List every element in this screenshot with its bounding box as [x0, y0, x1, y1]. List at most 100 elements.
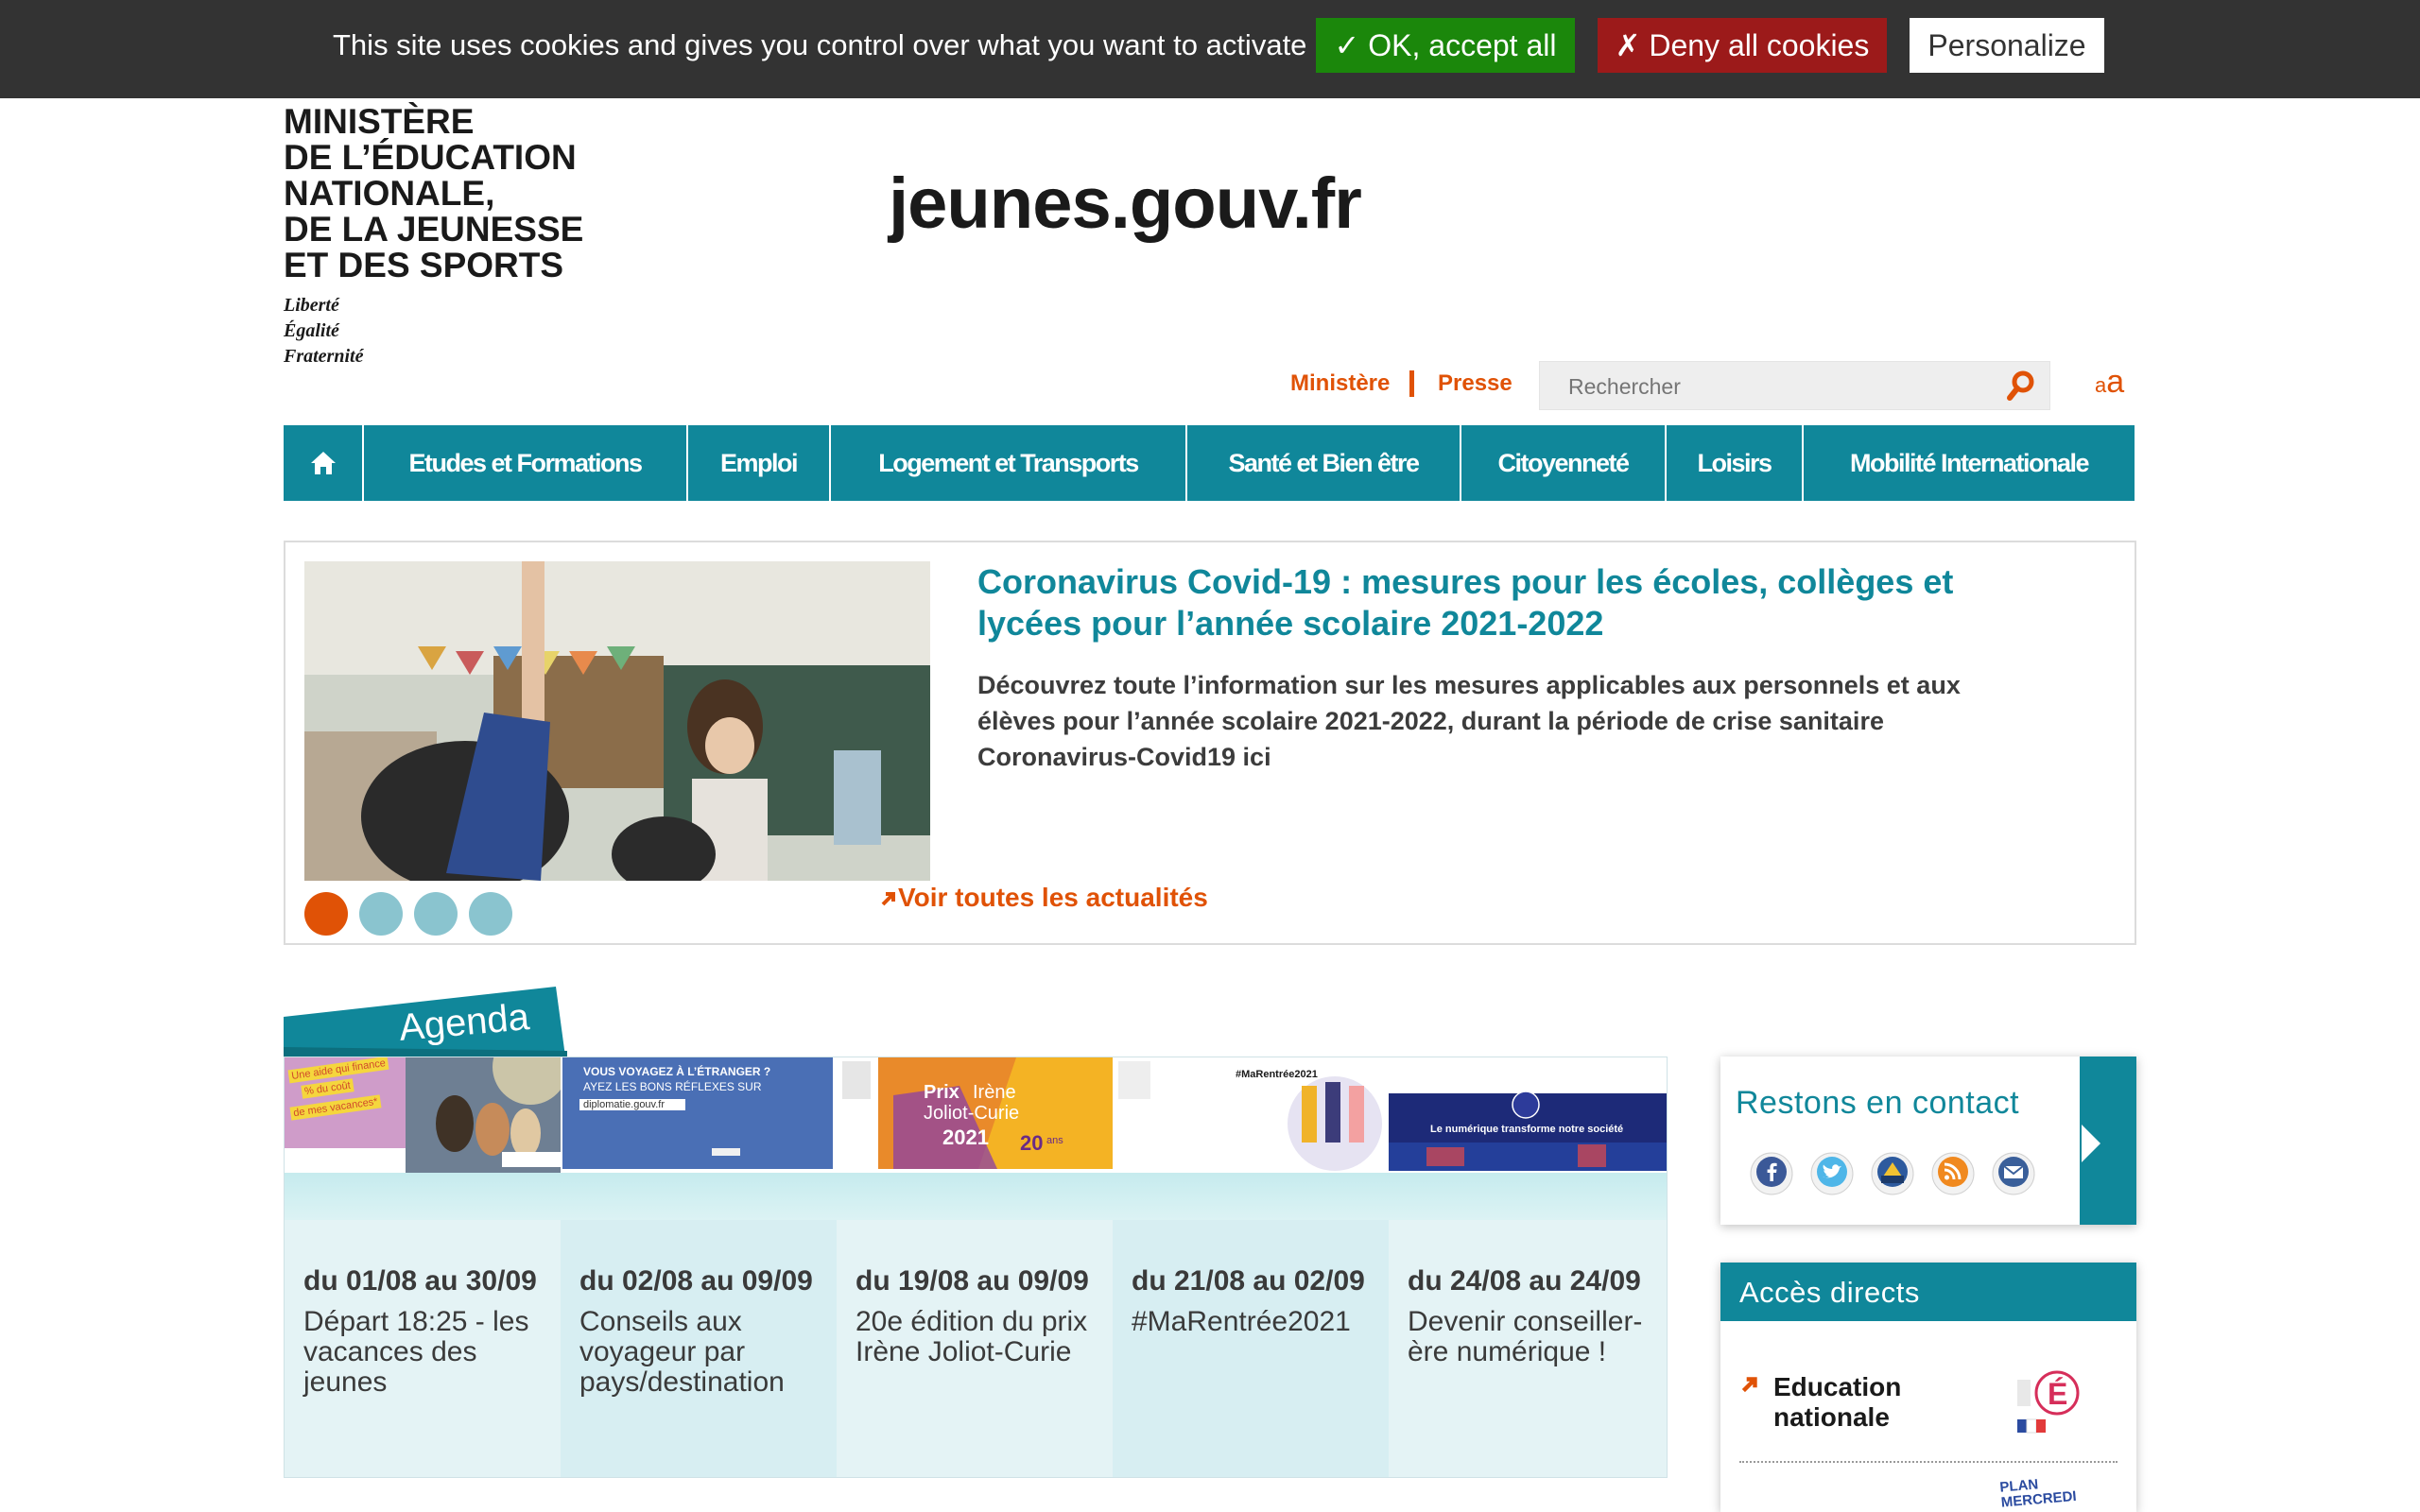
direct-access-box: Accès directs Education nationale É PLAN… [1720, 1263, 2136, 1512]
education-nationale-link[interactable]: Education nationale [1773, 1372, 1944, 1433]
carousel-dot[interactable] [359, 892, 403, 936]
font-size-toggle[interactable]: aa [2095, 364, 2124, 401]
ministry-name-line: DE L’ÉDUCATION [284, 138, 577, 177]
agenda-band [561, 1173, 837, 1220]
nav-logement-transports[interactable]: Logement et Transports [831, 425, 1187, 501]
nav-loisirs[interactable]: Loisirs [1667, 425, 1804, 501]
dailymotion-link[interactable] [1870, 1151, 1915, 1196]
agenda-date: du 02/08 au 09/09 [579, 1265, 813, 1297]
chevron-right-icon [2082, 1125, 2100, 1162]
agenda-title-text: Départ 18:25 - les vacances des jeunes [303, 1306, 529, 1398]
motto-line: Égalité [284, 320, 339, 341]
nav-citoyennete[interactable]: Citoyenneté [1461, 425, 1667, 501]
font-big-glyph: a [2106, 364, 2125, 400]
twitter-icon [1810, 1152, 1854, 1195]
thumb-text: Irène [973, 1082, 1016, 1103]
agenda-title-text: 20e édition du prix Irène Joliot-Curie [856, 1306, 1088, 1367]
search-button[interactable] [2002, 367, 2040, 404]
personalize-cookies-button[interactable]: Personalize [1910, 18, 2104, 73]
news-carousel: Coronavirus Covid-19 : mesures pour les … [284, 541, 2136, 945]
arrow-icon [879, 885, 898, 915]
agenda-title-text: Conseils aux voyageur par pays/destinati… [579, 1306, 785, 1398]
search-input[interactable] [1568, 374, 1965, 400]
search-box [1539, 361, 2050, 410]
agenda-item[interactable]: VOUS VOYAGEZ À L’ÉTRANGER ? AYEZ LES BON… [561, 1057, 837, 1477]
cookie-message: This site uses cookies and gives you con… [333, 28, 1307, 61]
ministry-name-line: NATIONALE, [284, 174, 495, 213]
thumb-text: 20 [1020, 1131, 1044, 1155]
agenda-item[interactable]: Prix Irène Joliot-Curie 2021 20 ans du 1… [837, 1057, 1113, 1477]
contact-title: Restons en contact [1736, 1085, 2020, 1121]
link-separator [1409, 370, 1414, 397]
main-navigation: Etudes et Formations Emploi Logement et … [284, 425, 2135, 501]
contact-toggle[interactable] [2080, 1057, 2136, 1225]
republic-motto: Liberté Égalité Fraternité [284, 293, 586, 369]
dailymotion-icon [1871, 1152, 1914, 1195]
nav-mobilite-internationale[interactable]: Mobilité Internationale [1804, 425, 2135, 501]
see-all-news-link[interactable]: Voir toutes les actualités [879, 883, 1208, 915]
presse-link[interactable]: Presse [1438, 370, 1512, 397]
agenda-item[interactable]: Le numérique transforme notre société du… [1389, 1057, 1667, 1477]
home-icon [310, 452, 336, 474]
direct-access-header: Accès directs [1720, 1263, 2136, 1321]
site-logo[interactable]: jeunes.gouv.fr [889, 163, 1362, 245]
thumb-text: Le numérique transforme notre société [1430, 1124, 1624, 1135]
thumb-text: diplomatie.gouv.fr [583, 1099, 666, 1110]
twitter-link[interactable] [1809, 1151, 1855, 1196]
agenda-item[interactable]: Une aide qui finance % du coût de mes va… [285, 1057, 561, 1477]
agenda-thumbnail: Une aide qui finance % du coût de mes va… [285, 1057, 561, 1173]
ministry-name-line: MINISTÈRE [284, 102, 475, 141]
nav-home[interactable] [284, 425, 364, 501]
news-image[interactable] [304, 561, 930, 881]
deny-cookies-button[interactable]: ✗ Deny all cookies [1598, 18, 1887, 73]
search-icon [2007, 370, 2034, 401]
rss-link[interactable] [1930, 1151, 1976, 1196]
newsletter-icon [1992, 1152, 2035, 1195]
newsletter-link[interactable] [1991, 1151, 2036, 1196]
ministry-name-line: DE LA JEUNESSE [284, 210, 584, 249]
thumb-text: VOUS VOYAGEZ À L’ÉTRANGER ? [583, 1065, 771, 1078]
svg-text:É: É [2048, 1377, 2067, 1411]
font-small-glyph: a [2095, 373, 2107, 397]
motto-line: Fraternité [284, 346, 364, 367]
ministry-logo[interactable]: MINISTÈRE DE L’ÉDUCATION NATIONALE, DE L… [284, 104, 586, 369]
news-description: Découvrez toute l’information sur les me… [977, 671, 1961, 771]
agenda-band [285, 1173, 561, 1220]
agenda-item[interactable]: #MaRentrée2021 du 21/08 au 02/09 #MaRent… [1113, 1057, 1389, 1477]
nav-emploi[interactable]: Emploi [688, 425, 831, 501]
thumb-text: Joliot-Curie [924, 1103, 1020, 1124]
thumb-text: Prix [924, 1082, 959, 1103]
plan-mercredi-text: PLAN MERCREDI [1998, 1476, 2078, 1511]
agenda-title-text: Devenir conseiller-ère numérique ! [1408, 1306, 1643, 1367]
motto-line: Liberté [284, 295, 339, 316]
agenda-date: du 21/08 au 02/09 [1132, 1265, 1365, 1297]
nav-etudes-formations[interactable]: Etudes et Formations [364, 425, 688, 501]
thumb-text: ans [1046, 1135, 1063, 1146]
carousel-dot[interactable] [414, 892, 458, 936]
agenda-thumbnail: #MaRentrée2021 [1113, 1057, 1389, 1173]
ministere-link[interactable]: Ministère [1290, 370, 1390, 397]
contact-box: Restons en contact [1720, 1057, 2136, 1225]
thumb-text: #MaRentrée2021 [1236, 1069, 1318, 1080]
agenda-thumbnail: Prix Irène Joliot-Curie 2021 20 ans [837, 1057, 1113, 1173]
cookie-banner: This site uses cookies and gives you con… [0, 0, 2420, 98]
education-nationale-logo[interactable]: É [2014, 1361, 2089, 1440]
agenda-date: du 19/08 au 09/09 [856, 1265, 1089, 1297]
direct-access-title: Accès directs [1739, 1276, 1920, 1309]
plan-mercredi-logo[interactable]: PLAN MERCREDI [1999, 1476, 2114, 1512]
accept-cookies-button[interactable]: ✓ OK, accept all [1316, 18, 1575, 73]
carousel-dot[interactable] [304, 892, 348, 936]
divider [1739, 1461, 2118, 1463]
agenda-band [1113, 1173, 1389, 1220]
facebook-link[interactable] [1749, 1151, 1794, 1196]
agenda-title-text: #MaRentrée2021 [1132, 1306, 1351, 1337]
news-title[interactable]: Coronavirus Covid-19 : mesures pour les … [977, 561, 2036, 644]
arrow-icon [1739, 1374, 1760, 1400]
carousel-dot[interactable] [469, 892, 512, 936]
agenda-tab: Agenda [284, 983, 567, 1058]
agenda-thumbnail: Le numérique transforme notre société [1389, 1057, 1667, 1173]
nav-sante-bien-etre[interactable]: Santé et Bien être [1187, 425, 1461, 501]
agenda-band [1389, 1173, 1667, 1220]
thumb-text: AYEZ LES BONS RÉFLEXES SUR [583, 1080, 762, 1093]
agenda-panel: Une aide qui finance % du coût de mes va… [284, 1057, 1668, 1478]
